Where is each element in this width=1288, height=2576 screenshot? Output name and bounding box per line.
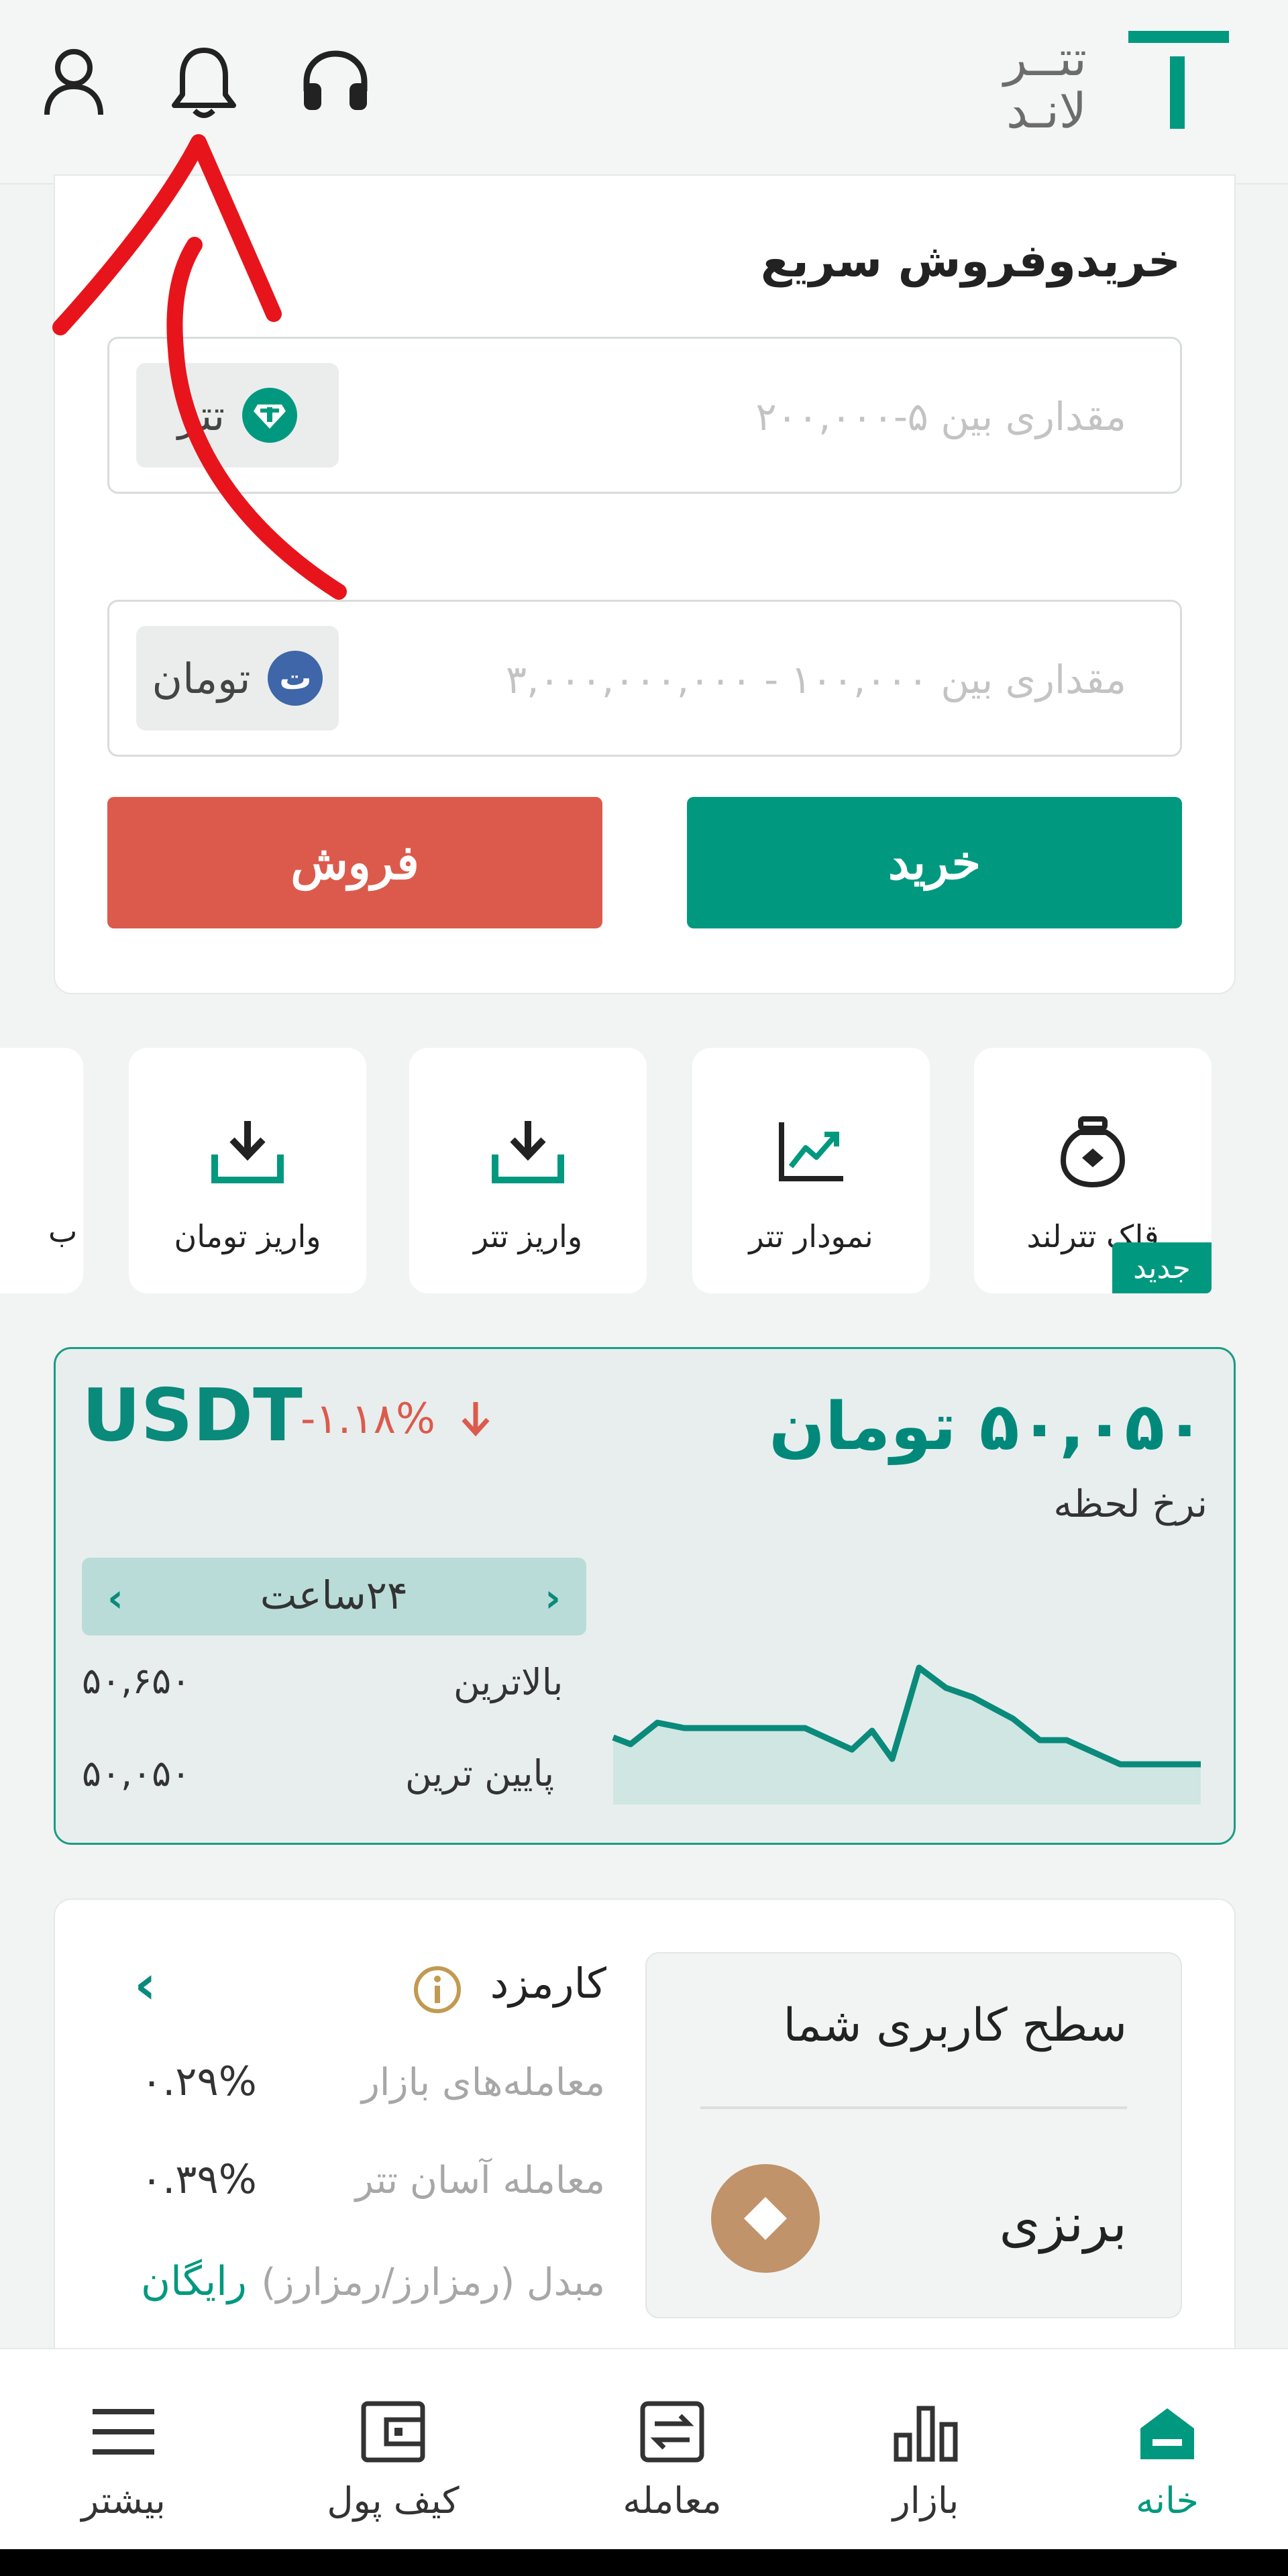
notifications-button[interactable] — [164, 42, 244, 122]
nav-more[interactable]: بیشتر — [23, 2395, 224, 2529]
fees-title: کارمزد — [490, 1959, 606, 2008]
price-sparkline — [612, 1664, 1201, 1805]
brand-wordmark: تتــر لانـد — [1004, 30, 1087, 139]
toman-coin-icon: ت — [268, 651, 323, 706]
fee-row-label: مبدل (رمزارز/رمزارز) — [261, 2261, 605, 2304]
shortcut-tether-chart[interactable]: نمودار تتر — [692, 1048, 930, 1293]
current-price: ۵۰,۰۵۰ تومان — [769, 1389, 1205, 1465]
info-icon[interactable] — [411, 1963, 464, 2017]
tether-amount-input[interactable] — [455, 376, 1126, 457]
fee-row-label: معامله‌های بازار — [361, 2061, 605, 2104]
wallet-icon — [361, 2401, 425, 2463]
user-icon — [44, 49, 103, 115]
toman-amount-input[interactable] — [455, 639, 1126, 720]
deposit-icon — [492, 1121, 564, 1183]
bronze-level-icon — [711, 2164, 820, 2273]
toman-amount-field[interactable]: ت تومان — [107, 600, 1182, 757]
low-value: ۵۰,۰۵۰ — [82, 1752, 191, 1794]
buy-button[interactable]: خرید — [687, 797, 1182, 928]
user-level-value: برنزی — [999, 2194, 1127, 2254]
chart-icon — [779, 1122, 843, 1181]
high-value: ۵۰,۶۵۰ — [82, 1660, 191, 1702]
tether-amount-field[interactable]: تتر — [107, 337, 1182, 494]
toman-unit-label: تومان — [152, 653, 251, 703]
bell-icon — [172, 48, 236, 118]
nav-market[interactable]: بازار — [825, 2395, 1026, 2529]
nav-wallet[interactable]: کیف پول — [292, 2395, 494, 2529]
nav-trade[interactable]: معامله — [572, 2395, 773, 2529]
sell-button[interactable]: فروش — [107, 797, 602, 928]
tether-coin-icon — [242, 388, 298, 443]
price-change: -۱.۱۸% — [301, 1394, 496, 1443]
period-label: ۲۴ساعت — [260, 1572, 409, 1618]
home-icon — [1140, 2408, 1194, 2459]
fee-row-value: رایگان — [141, 2258, 247, 2305]
system-bar — [0, 2549, 1288, 2576]
shortcut-deposit-toman[interactable]: واریز تومان — [129, 1048, 366, 1293]
fee-row-value: ۰.۲۹% — [141, 2058, 257, 2105]
menu-icon — [93, 2409, 154, 2455]
deposit-icon — [211, 1121, 284, 1183]
asset-symbol: USDT — [82, 1374, 303, 1458]
divider — [700, 2106, 1127, 2109]
headset-icon — [303, 50, 368, 110]
shortcut-deposit-tether[interactable]: واریز تتر — [409, 1048, 647, 1293]
fee-row-label: معامله آسان تتر — [355, 2159, 605, 2202]
toman-unit-selector[interactable]: ت تومان — [136, 626, 339, 731]
shortcut-partial-tile[interactable]: ب — [0, 1048, 83, 1293]
nav-home[interactable]: خانه — [1067, 2395, 1268, 2529]
rate-label: نرخ لحظه — [1053, 1483, 1208, 1526]
tether-unit-label: تتر — [177, 390, 225, 440]
chevron-right-icon[interactable]: › — [545, 1575, 561, 1621]
new-badge: جدید — [1112, 1242, 1212, 1293]
support-button[interactable] — [295, 42, 376, 122]
exchange-icon — [640, 2401, 704, 2463]
profile-button[interactable] — [34, 42, 114, 122]
arrow-down-icon — [462, 1402, 490, 1437]
fees-more-chevron-icon[interactable]: ‹ — [134, 1953, 156, 2016]
tether-unit-selector[interactable]: تتر — [136, 363, 339, 468]
quick-trade-title: خریدوفروش سریع — [760, 235, 1181, 288]
piggy-jar-icon — [1060, 1116, 1126, 1188]
tetherland-logo — [1128, 31, 1229, 129]
period-selector[interactable]: ‹ ۲۴ساعت › — [82, 1558, 586, 1635]
fee-row-value: ۰.۳۹% — [141, 2156, 257, 2203]
bar-chart-icon — [894, 2406, 958, 2462]
user-level-title: سطح کاربری شما — [783, 1999, 1128, 2052]
high-label: بالاترین — [453, 1661, 564, 1703]
low-label: پایین ترین — [405, 1752, 555, 1794]
